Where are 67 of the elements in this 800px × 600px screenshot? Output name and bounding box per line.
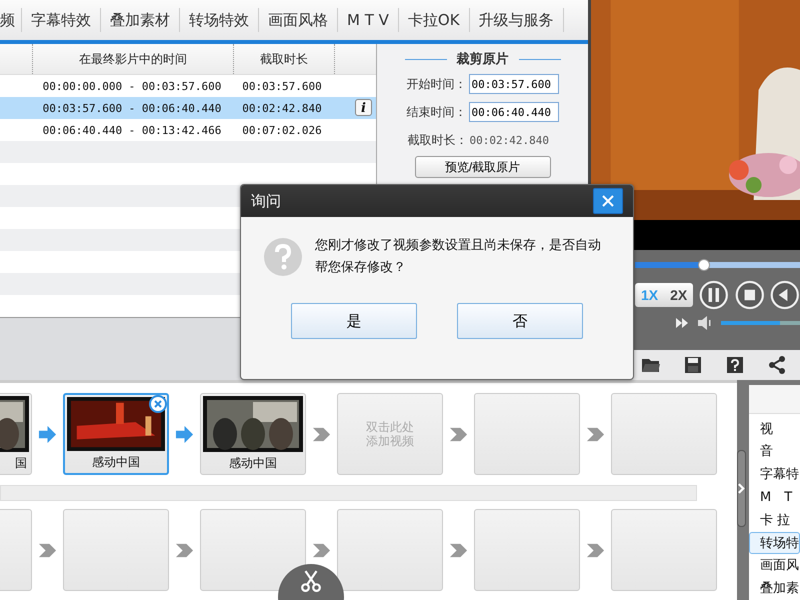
info-button[interactable]: i [355,99,372,116]
list-item[interactable]: 视 [749,418,800,440]
list-item[interactable]: 字幕特 [749,463,800,486]
panel-title: 裁剪原片 [456,50,508,68]
table-cell-text: 00:00:00.000 - 00:03:57.600 [42,80,222,92]
table-cell-text: 00:06:40.440 - 00:13:42.466 [42,124,222,136]
menu-tab[interactable]: 画面风格 [259,8,338,32]
rewind-icon[interactable] [770,278,800,312]
dialog-button[interactable]: 否 [457,303,583,339]
close-button[interactable] [593,188,623,214]
stop-icon[interactable] [734,278,764,312]
field-label: 结束时间： [406,104,466,120]
arrow-icon [38,424,57,444]
list-item[interactable]: 画面风 [749,554,800,578]
duration-value: 00:02:42.840 [470,134,550,146]
speed-button[interactable]: 2X [664,283,694,307]
volume-icon[interactable] [697,316,713,330]
share-icon[interactable] [767,356,787,374]
collapse-handle[interactable] [737,450,746,527]
dialog-button[interactable]: 是 [291,303,417,339]
menu-tab[interactable]: 卡拉OK [398,8,470,32]
arrow-icon [175,424,194,444]
table-row[interactable]: 00:03:57.600 - 00:06:40.440 00:02:42.840 i [0,97,376,119]
table-cell-text: 00:07:02.026 [241,124,323,136]
dialog-message: 您刚才修改了视频参数设置且尚未保存，是否自动帮您保存修改？ [315,237,602,277]
list-item[interactable]: 音 [749,440,800,464]
table-cell-text: 00:03:57.600 - 00:06:40.440 [42,102,222,114]
table-row[interactable]: 00:00:00.000 - 00:03:57.600 00:03:57.600 [0,75,376,97]
end-time-field[interactable]: 00:06:40.440 [468,102,558,122]
clip-caption: 国 [15,455,27,472]
field-label: 截取时长： [408,132,468,148]
progress-slider[interactable] [635,262,800,268]
folder-icon[interactable] [641,356,661,374]
field-label: 开始时间： [406,76,466,92]
menu-tab[interactable]: M T V [338,8,399,32]
list-item[interactable]: 卡 拉 [749,508,800,532]
list-item[interactable]: 转场特 [749,532,800,554]
table-cell-text: 00:02:42.840 [241,102,323,114]
list-item[interactable]: M T [749,486,800,509]
menu-tab[interactable]: 升级与服务 [470,8,564,32]
scissors-icon [300,570,322,592]
fast-forward-icon[interactable] [675,317,689,329]
menu-tab[interactable]: 字幕特效 [22,8,101,32]
table-row[interactable]: 00:06:40.440 - 00:13:42.466 00:07:02.026 [0,119,376,141]
menu-tab[interactable]: 叠加素材 [101,8,180,32]
list-item[interactable]: 叠加素 [749,577,800,600]
table-cell-text: 00:03:57.600 [241,80,323,92]
help-icon[interactable] [725,356,745,374]
menu-tab[interactable]: 频 [0,8,22,32]
question-icon [263,237,303,277]
empty-slot[interactable] [200,509,306,591]
clip-caption: 感动中国 [92,454,140,471]
close-icon[interactable] [149,395,167,413]
pause-icon[interactable] [699,278,729,312]
menu-tab[interactable]: 转场特效 [180,8,259,32]
clip-caption: 感动中国 [229,455,277,472]
start-time-field[interactable]: 00:03:57.600 [468,74,558,94]
dialog-title: 询问 [251,192,281,210]
clip-slot[interactable]: 感动中国 [200,393,306,475]
close-icon [601,194,615,208]
clip-slot[interactable]: 国 [0,393,32,475]
save-icon[interactable] [683,356,703,374]
column-header: 截取时长 [234,44,335,74]
volume-slider[interactable] [721,321,800,325]
column-header: 在最终影片中的时间 [33,44,234,74]
clip-slot[interactable]: 感动中国 [63,393,169,475]
preview-button[interactable]: 预览/截取原片 [414,156,550,178]
